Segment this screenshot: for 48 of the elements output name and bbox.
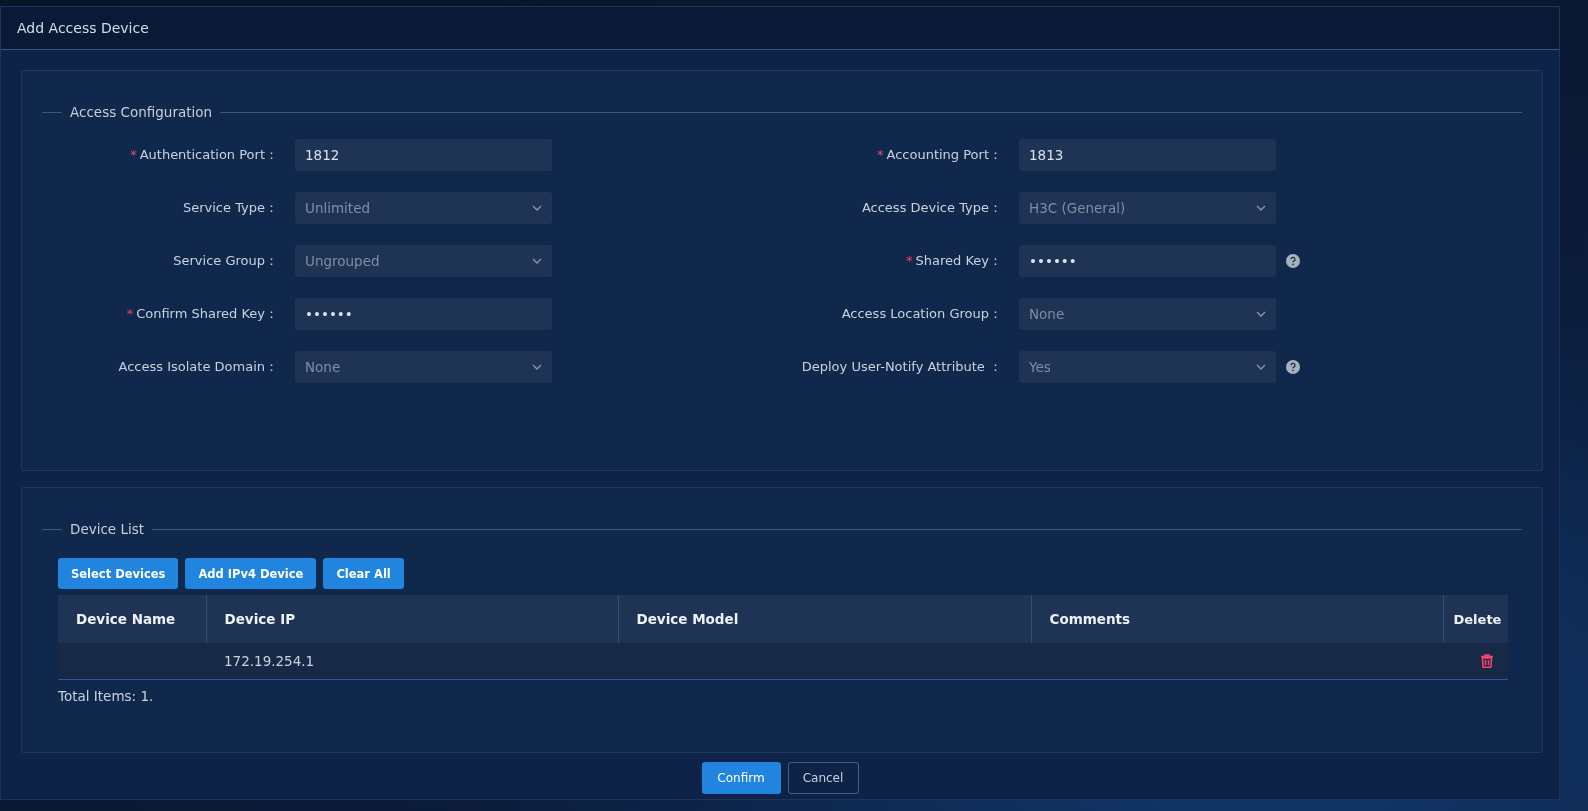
action-button[interactable]: Add IPv4 Device [185,558,317,589]
field-label: Accounting Port： [886,147,1002,163]
required-mark: * [906,253,913,269]
caret-icon [1256,205,1266,211]
caret-icon [1256,364,1266,370]
field-label: Access Location Group： [841,306,1002,322]
caret-icon [532,205,542,211]
action-button[interactable]: Clear All [323,558,404,589]
total-items: Total Items: 1. [58,688,155,704]
field-label: Service Group： [173,253,278,269]
caret-icon [532,258,542,264]
field-label: Service Type： [182,200,278,216]
field-label: Shared Key： [915,253,1002,269]
dropdown[interactable]: None [1019,298,1276,330]
column-header: Device Name [58,595,206,643]
column-header: Device IP [206,595,618,643]
field-label: Access Isolate Domain： [118,359,278,375]
confirm-button[interactable]: Confirm [701,762,781,794]
required-mark: * [126,306,134,322]
section-title: Access Configuration [70,104,213,120]
trash-icon[interactable] [1480,654,1494,668]
input-field[interactable]: 1812 [295,139,552,171]
dropdown[interactable]: Yes [1019,351,1276,383]
dropdown[interactable]: H3C (General) [1019,192,1276,224]
dropdown[interactable]: None [295,351,552,383]
field-label: Deploy User-Notify Attribute ： [801,359,1002,375]
dialog-title: Add Access Device [17,20,149,36]
required-mark: * [877,147,884,163]
column-header: Device Model [618,595,1031,643]
dropdown[interactable]: Ungrouped [295,245,552,277]
help-icon[interactable] [1286,254,1300,268]
column-header: Comments [1031,595,1443,643]
password-field[interactable]: •••••• [1019,245,1276,277]
help-icon[interactable] [1286,360,1300,374]
required-mark: * [130,147,137,163]
field-label: Confirm Shared Key： [136,306,278,322]
cancel-button[interactable]: Cancel [787,762,859,794]
section-title: Device List [70,521,145,537]
password-field[interactable]: •••••• [295,298,552,330]
table-cell: 172.19.254.1 [224,653,315,669]
field-label: Access Device Type： [861,200,1002,216]
input-field[interactable]: 1813 [1019,139,1276,171]
caret-icon [532,364,542,370]
column-header: Delete [1443,595,1508,643]
field-label: Authentication Port： [139,147,278,163]
caret-icon [1256,311,1266,317]
dropdown[interactable]: Unlimited [295,192,552,224]
action-button[interactable]: Select Devices [58,558,179,589]
